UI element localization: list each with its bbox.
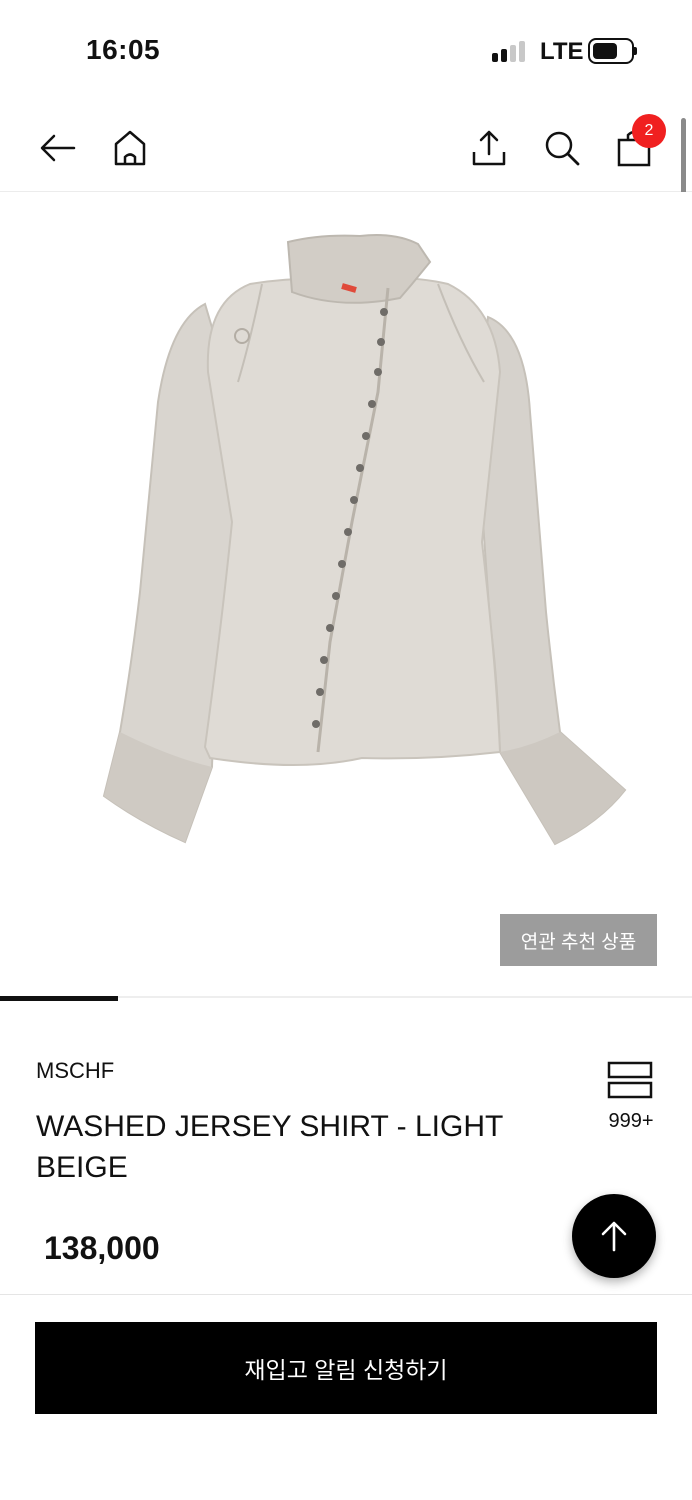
status-bar: 16:05 LTE bbox=[0, 0, 692, 100]
top-navigation bbox=[0, 100, 692, 192]
related-products-button[interactable]: 연관 추천 상품 bbox=[500, 914, 657, 966]
scroll-to-top-button[interactable] bbox=[572, 1194, 656, 1278]
cart-count-badge: 2 bbox=[632, 114, 666, 148]
wishlist-count: 999+ bbox=[608, 1110, 654, 1132]
product-title: WASHED JERSEY SHIRT - LIGHT BEIGE bbox=[36, 1110, 503, 1184]
arrow-up-icon bbox=[601, 1221, 627, 1252]
brand-name[interactable]: MSCHF bbox=[36, 1058, 114, 1084]
product-image[interactable] bbox=[0, 192, 692, 998]
product-price: 138,000 bbox=[44, 1230, 160, 1266]
arrow-left-icon[interactable] bbox=[36, 126, 80, 170]
cellular-signal-icon bbox=[492, 40, 528, 62]
wishlist-icon[interactable] bbox=[606, 1060, 654, 1100]
status-time: 16:05 bbox=[86, 34, 161, 65]
image-slider-progress bbox=[0, 996, 118, 1001]
home-icon[interactable] bbox=[108, 126, 152, 170]
restock-alert-button[interactable]: 재입고 알림 신청하기 bbox=[35, 1322, 657, 1414]
share-icon[interactable] bbox=[467, 126, 511, 170]
search-icon[interactable] bbox=[540, 126, 584, 170]
network-type: LTE bbox=[540, 38, 584, 65]
battery-icon bbox=[588, 38, 638, 64]
